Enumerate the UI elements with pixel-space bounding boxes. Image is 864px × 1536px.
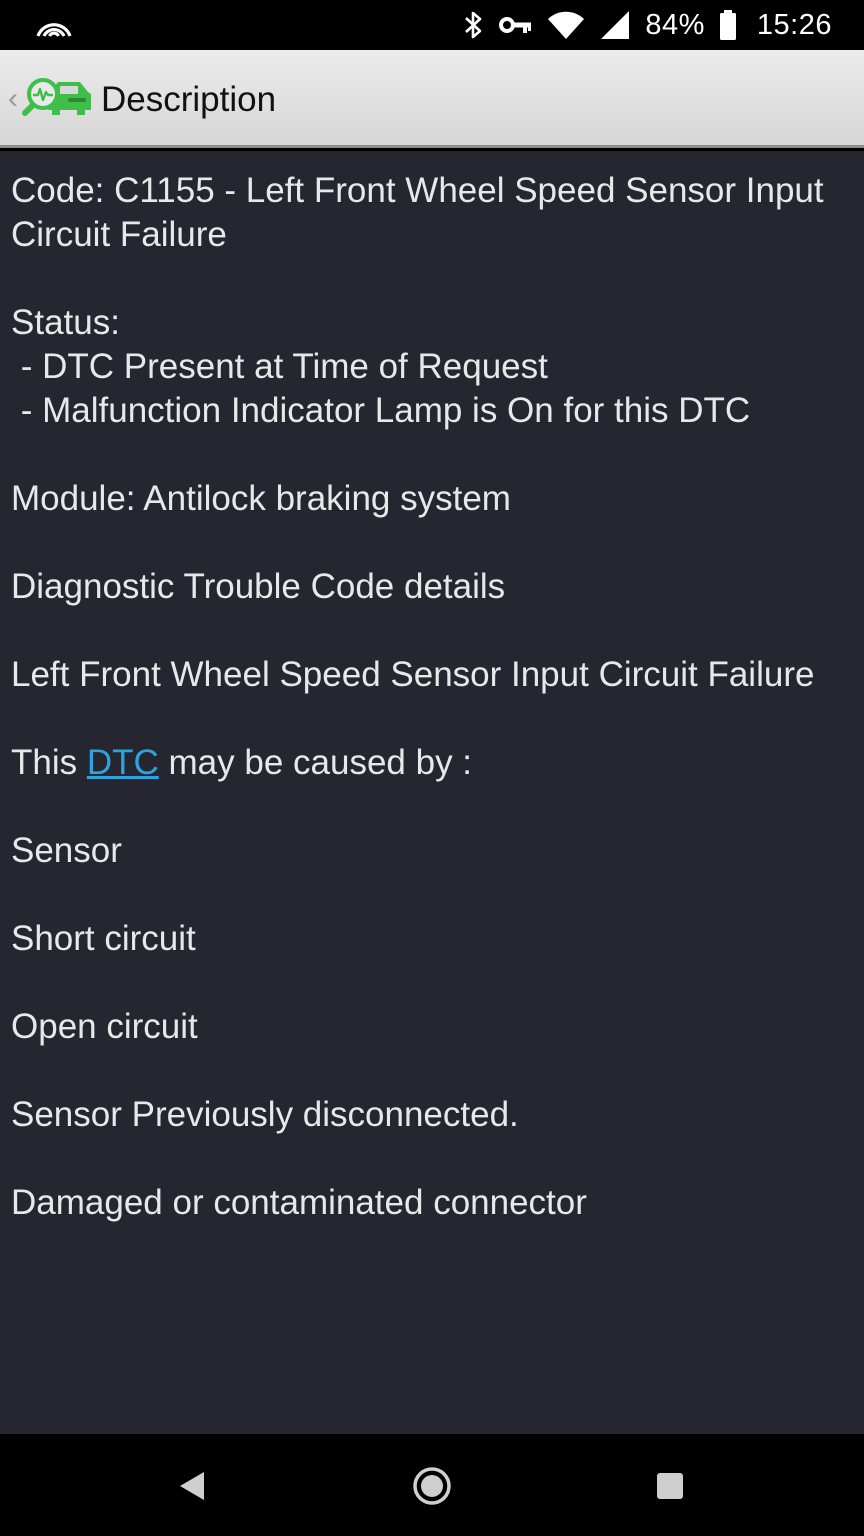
bluetooth-icon	[463, 9, 485, 41]
cause-item: Short circuit	[11, 919, 196, 958]
cause-item: Open circuit	[11, 1007, 198, 1046]
cause-item: Damaged or contaminated connector	[11, 1183, 587, 1222]
hotspot-icon	[34, 10, 74, 40]
page-title: Description	[101, 80, 277, 119]
screen: 84% 15:26 ‹ Description Code: C1155 - Le…	[0, 0, 864, 1536]
battery-icon	[719, 9, 737, 41]
vpn-key-icon	[499, 15, 533, 35]
details-heading: Diagnostic Trouble Code details	[11, 567, 506, 606]
module-line: Module: Antilock braking system	[11, 479, 511, 518]
cause-prefix: This	[11, 743, 87, 782]
action-bar: ‹ Description	[0, 50, 864, 148]
nav-home-icon[interactable]	[411, 1465, 453, 1512]
dtc-description-content: Code: C1155 - Left Front Wheel Speed Sen…	[0, 151, 864, 1434]
code-line: Code: C1155 - Left Front Wheel Speed Sen…	[11, 171, 834, 254]
status-icons: 84% 15:26	[463, 0, 832, 50]
status-label: Status:	[11, 303, 120, 342]
cause-intro: This DTC may be caused by :	[11, 741, 853, 785]
cause-suffix: may be caused by :	[158, 743, 473, 782]
chevron-left-icon[interactable]: ‹	[8, 84, 18, 114]
clock: 15:26	[756, 8, 832, 41]
cause-item: Sensor Previously disconnected.	[11, 1095, 519, 1134]
signal-icon	[599, 9, 631, 41]
description-text: Left Front Wheel Speed Sensor Input Circ…	[11, 655, 815, 694]
car-diagnostic-logo-icon[interactable]	[22, 74, 94, 124]
status-item: - DTC Present at Time of Request	[11, 347, 548, 386]
nav-recents-icon[interactable]	[657, 1473, 683, 1499]
battery-percent: 84%	[645, 8, 705, 41]
navigation-bar	[0, 1434, 864, 1536]
status-bar: 84% 15:26	[0, 0, 864, 50]
status-item: - Malfunction Indicator Lamp is On for t…	[11, 391, 751, 430]
wifi-icon	[547, 10, 585, 40]
cause-item: Sensor	[11, 831, 122, 870]
nav-back-icon[interactable]	[178, 1470, 208, 1507]
dtc-link[interactable]: DTC	[87, 743, 159, 782]
